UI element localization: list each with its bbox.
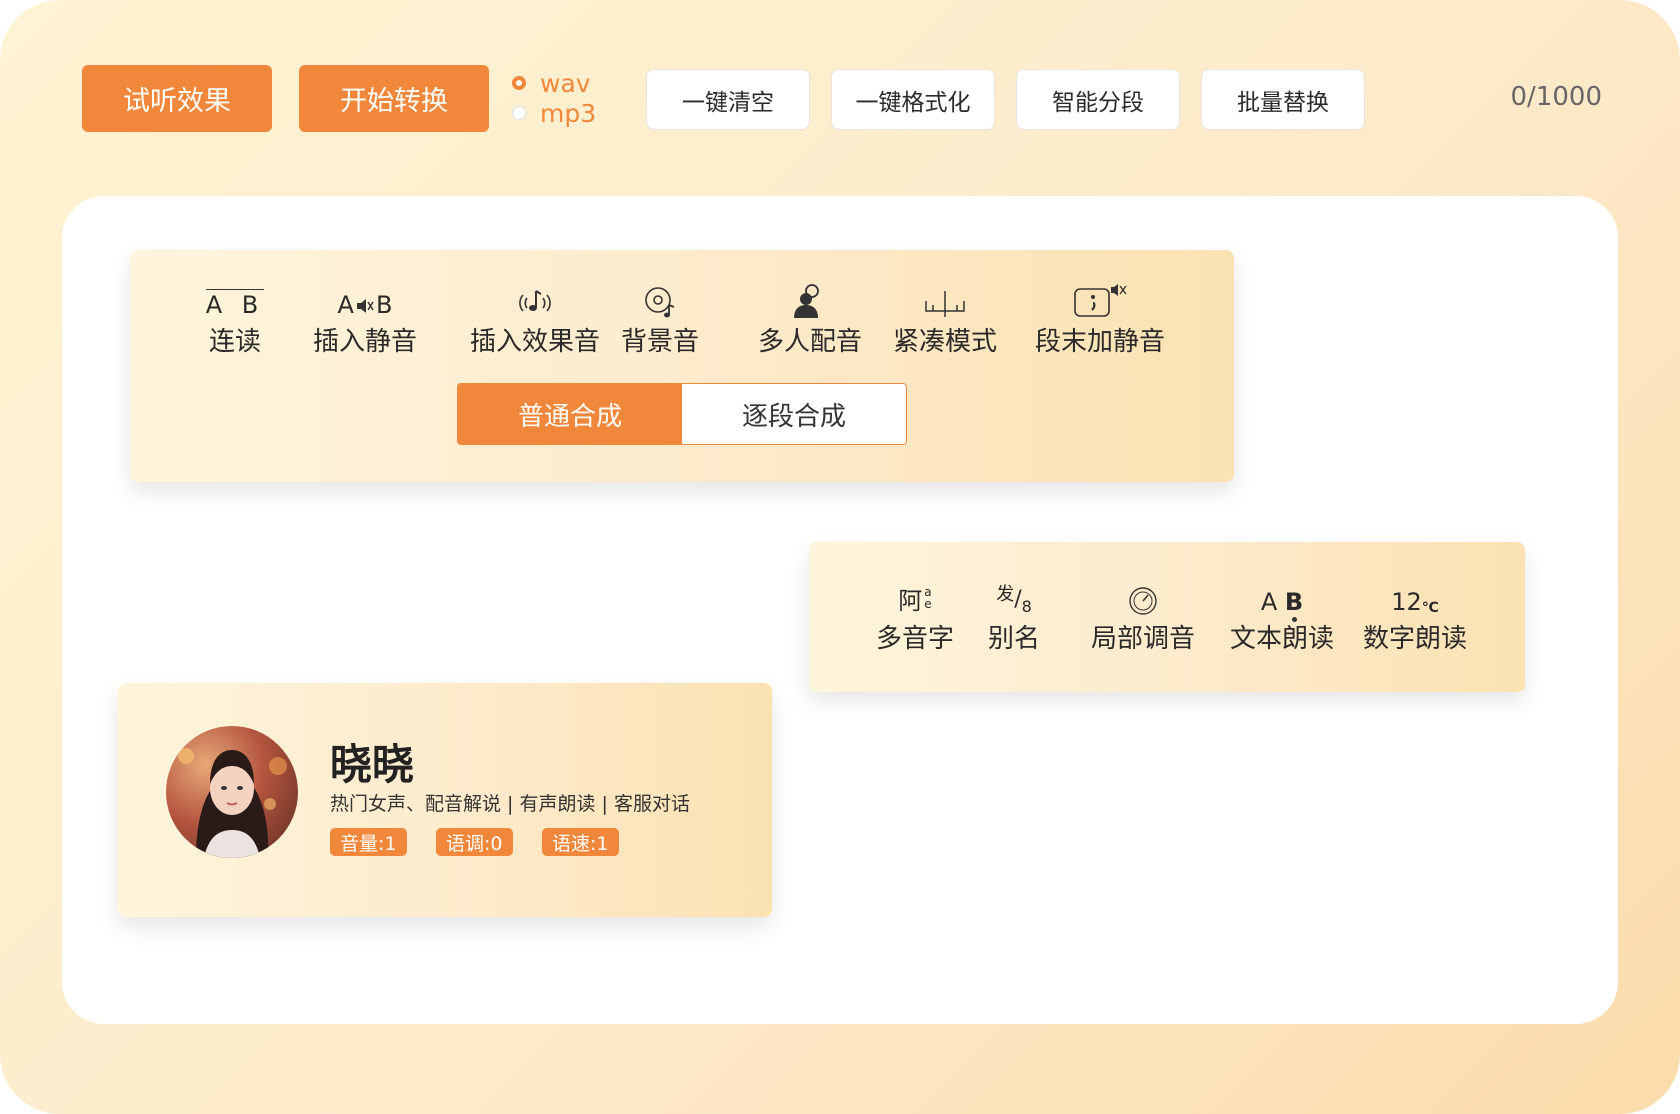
format-text-button[interactable]: 一键格式化 bbox=[831, 69, 995, 130]
smart-split-button[interactable]: 智能分段 bbox=[1016, 69, 1180, 130]
format-radio-group: wav mp3 bbox=[512, 68, 596, 128]
tool-label: 背景音 bbox=[620, 327, 699, 357]
tool-alias[interactable]: 发 / 8 别名 bbox=[981, 584, 1047, 655]
tool-text-read[interactable]: A B 文本朗读 bbox=[1209, 584, 1355, 655]
tool-local-tuning[interactable]: 局部调音 bbox=[1077, 584, 1209, 655]
pitch-badge[interactable]: 语调:0 bbox=[436, 828, 513, 856]
tool-polyphone[interactable]: 阿 ae 多音字 bbox=[871, 584, 959, 655]
tool-label: 数字朗读 bbox=[1362, 624, 1467, 654]
tool-label: 文本朗读 bbox=[1229, 624, 1334, 654]
clear-all-button[interactable]: 一键清空 bbox=[646, 69, 810, 130]
synthesis-mode-toggle: 普通合成 逐段合成 bbox=[457, 383, 907, 445]
toolbar: 试听效果 开始转换 wav mp3 一键清空 一键格式化 智能分段 批量替换 0… bbox=[82, 64, 1602, 134]
convert-button[interactable]: 开始转换 bbox=[299, 65, 489, 132]
ab-overline-icon: A B bbox=[205, 289, 265, 319]
multi-person-icon bbox=[792, 283, 828, 319]
tool-label: 局部调音 bbox=[1090, 624, 1195, 654]
voice-description: 热门女声、配音解说 | 有声朗读 | 客服对话 bbox=[330, 793, 690, 815]
gauge-icon bbox=[1128, 584, 1158, 616]
paragraph-silence-icon bbox=[1071, 283, 1129, 319]
tool-background-music[interactable]: 背景音 bbox=[595, 283, 725, 358]
tool-label: 插入效果音 bbox=[469, 327, 600, 357]
tools-card-top: A B 连读 A B 插入静音 插入效果音 背景音 多人配音 紧凑模式 段末加静… bbox=[130, 250, 1234, 482]
tools-card-right: 阿 ae 多音字 发 / 8 别名 局部调音 A B 文本朗读 12 ℃ 数字朗… bbox=[809, 542, 1525, 692]
tool-label: 紧凑模式 bbox=[892, 327, 997, 357]
tool-label: 插入静音 bbox=[312, 327, 417, 357]
background-music-icon bbox=[643, 283, 677, 319]
voice-name: 晓晓 bbox=[330, 740, 415, 789]
voice-avatar bbox=[166, 726, 298, 858]
alias-icon: 发 / 8 bbox=[996, 584, 1032, 616]
batch-replace-button[interactable]: 批量替换 bbox=[1201, 69, 1365, 130]
tool-label: 多人配音 bbox=[757, 327, 862, 357]
tab-paragraph-synthesis[interactable]: 逐段合成 bbox=[682, 384, 906, 444]
tool-label: 段末加静音 bbox=[1034, 327, 1165, 357]
format-label: wav bbox=[540, 68, 591, 98]
format-option-wav[interactable]: wav bbox=[512, 68, 596, 98]
compact-mode-icon bbox=[923, 283, 967, 319]
tool-label: 多音字 bbox=[875, 624, 954, 654]
insert-silence-icon: A B bbox=[337, 291, 393, 319]
radio-unselected-icon bbox=[512, 106, 526, 120]
tool-label: 连读 bbox=[208, 327, 261, 357]
editor-panel[interactable]: A B 连读 A B 插入静音 插入效果音 背景音 多人配音 紧凑模式 段末加静… bbox=[62, 196, 1618, 1024]
polyphone-icon: 阿 ae bbox=[898, 585, 932, 615]
text-read-icon: A B bbox=[1261, 584, 1303, 622]
tab-normal-synthesis[interactable]: 普通合成 bbox=[458, 384, 682, 444]
app-frame: 试听效果 开始转换 wav mp3 一键清空 一键格式化 智能分段 批量替换 0… bbox=[0, 0, 1680, 1114]
voice-card[interactable]: 晓晓 热门女声、配音解说 | 有声朗读 | 客服对话 音量:1 语调:0 语速:… bbox=[118, 683, 772, 917]
format-label: mp3 bbox=[540, 98, 597, 128]
volume-badge[interactable]: 音量:1 bbox=[330, 828, 407, 856]
tool-number-read[interactable]: 12 ℃ 数字朗读 bbox=[1349, 584, 1481, 655]
tool-paragraph-silence[interactable]: 段末加静音 bbox=[1000, 283, 1200, 358]
speed-badge[interactable]: 语速:1 bbox=[542, 828, 619, 856]
music-note-icon bbox=[517, 283, 553, 319]
radio-selected-icon bbox=[512, 76, 526, 90]
char-counter: 0/1000 bbox=[1510, 82, 1602, 112]
tool-label: 别名 bbox=[987, 624, 1040, 654]
preview-button[interactable]: 试听效果 bbox=[82, 65, 272, 132]
format-option-mp3[interactable]: mp3 bbox=[512, 98, 596, 128]
number-read-icon: 12 ℃ bbox=[1391, 588, 1439, 616]
